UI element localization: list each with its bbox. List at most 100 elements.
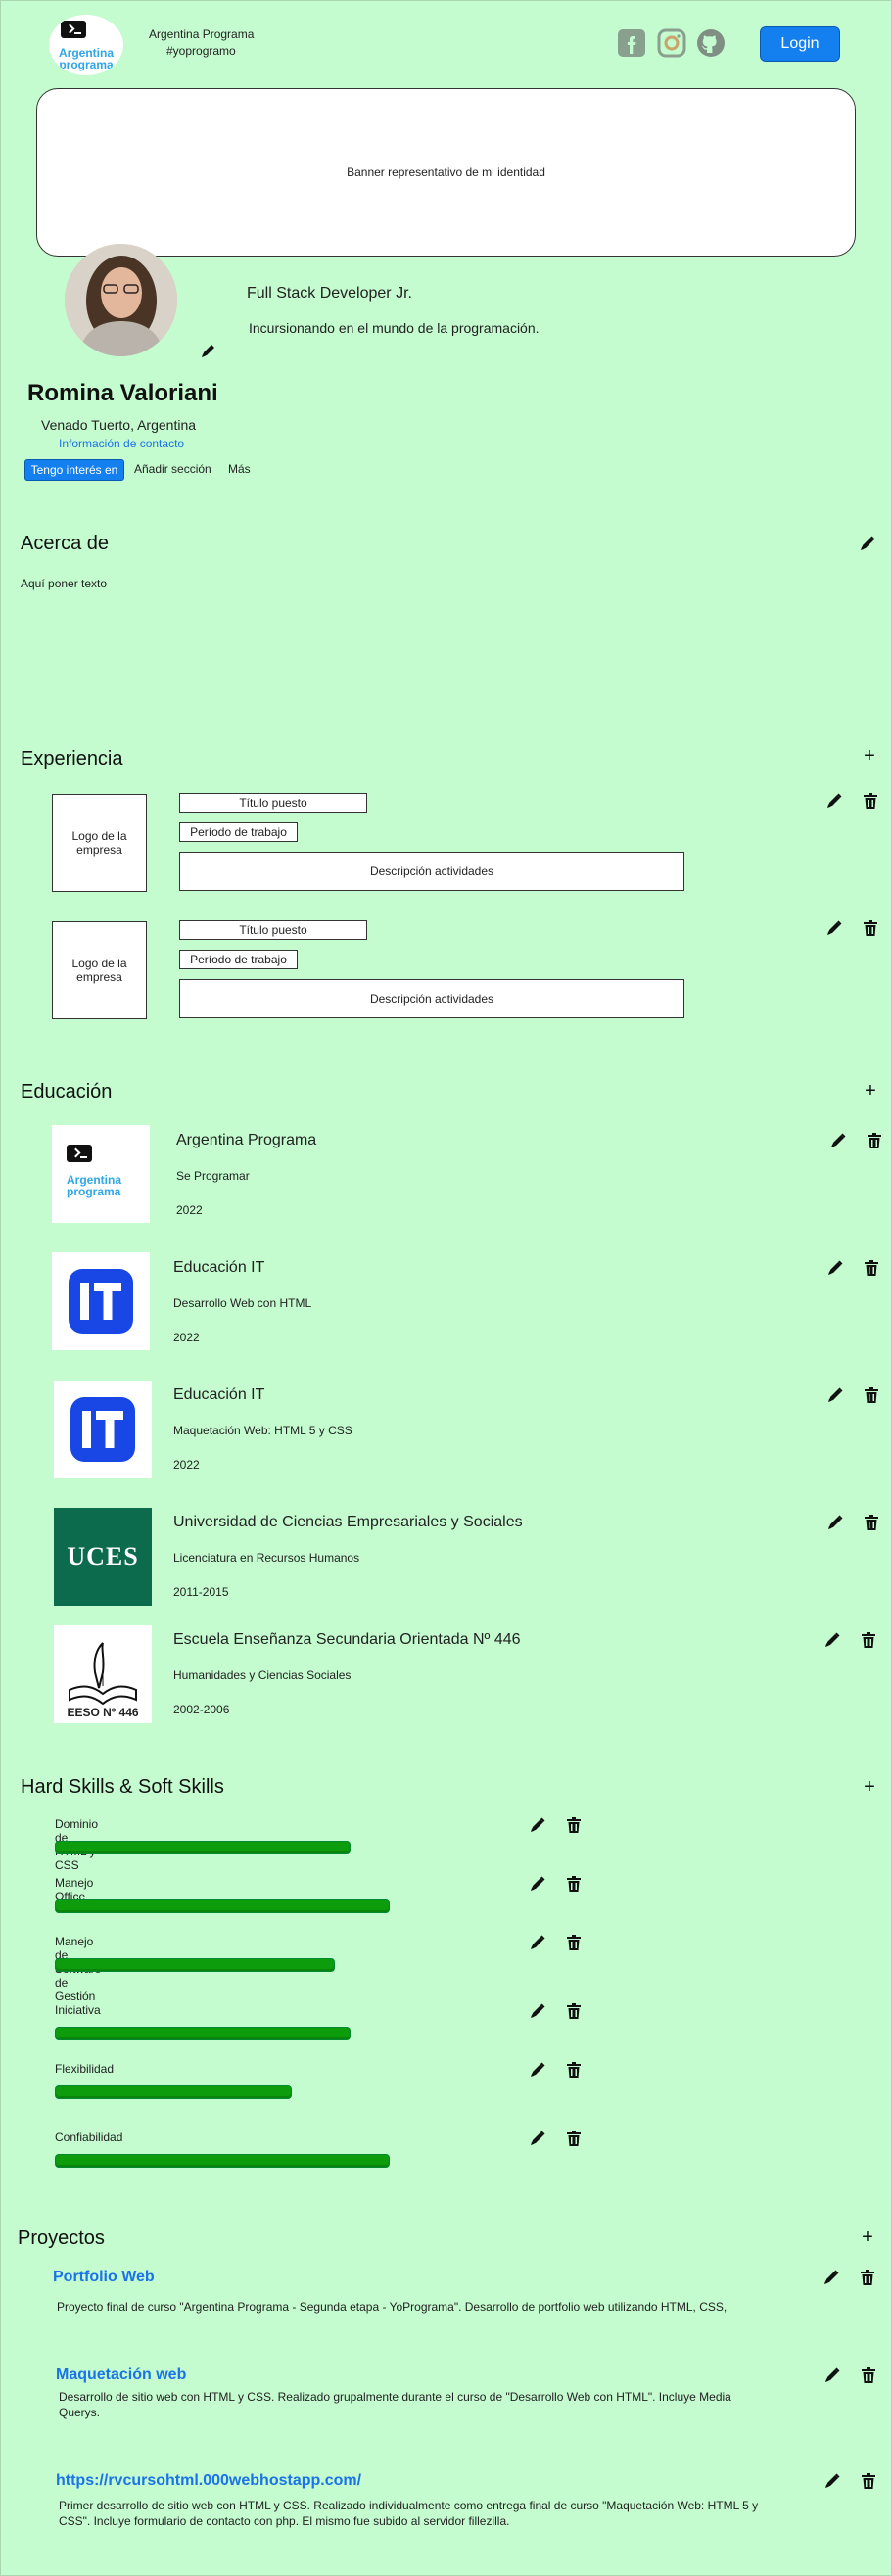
uces-logo-text: UCES (67, 1542, 139, 1570)
education-institution: Educación IT (173, 1259, 265, 1276)
facebook-icon[interactable] (617, 28, 646, 58)
edit-education-icon[interactable] (825, 1385, 845, 1405)
delete-skill-icon[interactable] (564, 2129, 584, 2148)
delete-education-icon[interactable] (862, 1513, 881, 1532)
edit-profile-icon[interactable] (199, 341, 218, 360)
education-institution: Escuela Enseñanza Secundaria Orientada N… (173, 1631, 521, 1648)
project-title[interactable]: Portfolio Web (53, 2269, 155, 2286)
logo-text-line2: programa (59, 58, 114, 71)
edit-skill-icon[interactable] (528, 2129, 547, 2148)
educacion-it-logo (54, 1381, 152, 1478)
edit-skill-icon[interactable] (528, 1933, 547, 1952)
delete-education-icon[interactable] (859, 1630, 878, 1650)
delete-education-icon[interactable] (862, 1258, 881, 1278)
skills-title: Hard Skills & Soft Skills (21, 1776, 224, 1798)
skill-level-bar (55, 1958, 335, 1972)
brand-subtitle: #yoprogramo (166, 44, 236, 58)
add-skill-icon[interactable]: + (860, 1777, 879, 1797)
delete-experience-icon[interactable] (861, 791, 880, 811)
experience-position: Título puesto (179, 793, 367, 813)
uces-logo: UCES (54, 1508, 152, 1606)
profile-name: Romina Valoriani (27, 380, 218, 406)
edit-education-icon[interactable] (825, 1513, 845, 1532)
delete-skill-icon[interactable] (564, 1933, 584, 1952)
banner-text: Banner representativo de mi identidad (347, 165, 545, 179)
add-project-icon[interactable]: + (858, 2227, 877, 2247)
edit-skill-icon[interactable] (528, 2060, 547, 2080)
delete-skill-icon[interactable] (564, 2060, 584, 2080)
logo-text-line2: programa (67, 1185, 121, 1198)
education-degree: Licenciatura en Recursos Humanos (173, 1551, 360, 1565)
instagram-icon[interactable] (657, 28, 686, 58)
argentina-programa-logo[interactable]: Argentina programa (49, 15, 123, 75)
company-logo-placeholder: Logo de la empresa (71, 957, 127, 984)
profile-headline: Full Stack Developer Jr. (247, 285, 412, 302)
login-button[interactable]: Login (760, 26, 840, 62)
edit-project-icon[interactable] (822, 2471, 842, 2491)
about-text: Aquí poner texto (21, 577, 108, 590)
add-education-icon[interactable]: + (861, 1081, 880, 1101)
quill-book-icon (69, 1642, 137, 1706)
skill-level-bar (55, 2027, 351, 2040)
edit-education-icon[interactable] (825, 1258, 845, 1278)
delete-education-icon[interactable] (862, 1385, 881, 1405)
github-icon[interactable] (696, 28, 726, 58)
edit-skill-icon[interactable] (528, 1874, 547, 1894)
edit-project-icon[interactable] (822, 2365, 842, 2385)
delete-skill-icon[interactable] (564, 2001, 584, 2021)
edit-skill-icon[interactable] (528, 1815, 547, 1835)
edit-education-icon[interactable] (822, 1630, 842, 1650)
skill-level-bar (55, 1841, 351, 1854)
education-years: 2002-2006 (173, 1703, 230, 1716)
project-description: Primer desarrollo de sitio web con HTML … (59, 2499, 759, 2528)
skill-name: Flexibilidad (55, 2062, 115, 2076)
delete-skill-icon[interactable] (564, 1874, 584, 1894)
edit-education-icon[interactable] (828, 1131, 848, 1150)
terminal-icon (61, 21, 86, 38)
education-title: Educación (21, 1081, 113, 1102)
educacion-it-logo (52, 1252, 150, 1350)
education-years: 2011-2015 (173, 1585, 229, 1599)
experience-period: Período de trabajo (179, 822, 298, 842)
skill-level-bar (55, 2085, 292, 2099)
interest-button[interactable]: Tengo interés en (24, 459, 124, 481)
education-institution: Argentina Programa (176, 1132, 317, 1148)
eeso-logo-text: EESO Nº 446 (67, 1706, 139, 1719)
experience-company-logo: Logo de la empresa (52, 921, 147, 1019)
brand-title: Argentina Programa (149, 27, 255, 41)
education-institution: Educación IT (173, 1386, 265, 1403)
project-description: Desarrollo de sitio web con HTML y CSS. … (59, 2390, 731, 2419)
add-section-button[interactable]: Añadir sección (134, 462, 211, 476)
delete-project-icon[interactable] (858, 2268, 877, 2287)
education-degree: Se Programar (176, 1169, 250, 1183)
more-button[interactable]: Más (228, 462, 251, 476)
project-title[interactable]: https://rvcursohtml.000webhostapp.com/ (56, 2472, 361, 2490)
edit-experience-icon[interactable] (824, 791, 844, 811)
delete-skill-icon[interactable] (564, 1815, 584, 1835)
delete-project-icon[interactable] (859, 2365, 878, 2385)
education-degree: Desarrollo Web con HTML (173, 1296, 312, 1310)
project-description: Proyecto final de curso "Argentina Progr… (57, 2300, 728, 2314)
edit-project-icon[interactable] (822, 2268, 841, 2287)
education-degree: Humanidades y Ciencias Sociales (173, 1668, 352, 1682)
delete-experience-icon[interactable] (861, 918, 880, 938)
terminal-icon (67, 1145, 92, 1162)
contact-info-link[interactable]: Información de contacto (59, 437, 184, 450)
edit-experience-icon[interactable] (824, 918, 844, 938)
experience-period: Período de trabajo (179, 950, 298, 969)
project-title[interactable]: Maquetación web (56, 2366, 186, 2384)
edit-about-icon[interactable] (858, 534, 877, 553)
skill-level-bar (55, 2154, 390, 2168)
company-logo-placeholder: Logo de la empresa (71, 829, 127, 857)
profile-avatar (65, 244, 177, 356)
delete-project-icon[interactable] (859, 2471, 878, 2491)
about-title: Acerca de (21, 533, 110, 554)
edit-skill-icon[interactable] (528, 2001, 547, 2021)
skill-name: Iniciativa (55, 2003, 101, 2017)
profile-location: Venado Tuerto, Argentina (41, 417, 197, 433)
experience-position: Título puesto (179, 920, 367, 940)
experience-company-logo: Logo de la empresa (52, 794, 147, 892)
education-institution: Universidad de Ciencias Empresariales y … (173, 1514, 523, 1530)
delete-education-icon[interactable] (865, 1131, 884, 1150)
add-experience-icon[interactable]: + (860, 746, 879, 766)
